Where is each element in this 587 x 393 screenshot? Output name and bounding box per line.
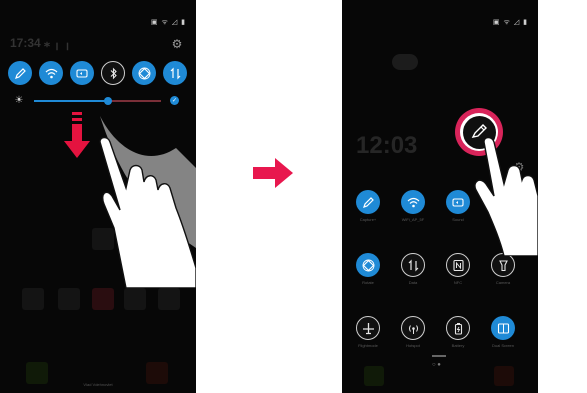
data-arrows-icon <box>408 259 418 271</box>
data-toggle[interactable] <box>163 61 187 85</box>
faded-clock: 17:34 ⁎ ╷ ╷ <box>10 36 72 50</box>
toggle-label: Hotspot <box>406 343 420 348</box>
rotate-toggle[interactable] <box>356 253 380 277</box>
app-tile <box>22 288 44 310</box>
speaker-icon <box>75 68 88 78</box>
flightmode-toggle[interactable] <box>356 316 380 340</box>
pencil-icon <box>362 196 374 208</box>
swipe-hand-icon <box>99 116 196 288</box>
edit-toggle[interactable] <box>8 61 32 85</box>
camera-toggle[interactable] <box>491 253 515 277</box>
data-toggle[interactable] <box>401 253 425 277</box>
sound-toggle[interactable] <box>446 190 470 214</box>
wifi-icon <box>407 197 419 207</box>
nfc-icon <box>452 259 464 271</box>
left-phone-screen: ▣ ᯤ ◿ ▮ 17:34 ⁎ ╷ ╷ ⚙ ☀ ✓ Vlad Vdehnovle… <box>0 0 196 393</box>
brightness-thumb[interactable] <box>103 97 112 105</box>
next-step-arrow-icon <box>253 158 293 188</box>
wifi-icon <box>45 68 57 78</box>
bluetooth-icon <box>110 67 117 79</box>
dual-screen-toggle[interactable] <box>491 316 515 340</box>
data-arrows-icon <box>170 67 180 79</box>
app-tile <box>158 288 180 310</box>
app-tile <box>364 366 384 386</box>
toggle-label: Rotate <box>362 280 374 285</box>
hotspot-toggle[interactable] <box>401 316 425 340</box>
right-phone-screen: ▣ ᯤ ◿ ▮ 12:03 ⚙ Capture+WiFi_AP_5FSoundB… <box>342 0 538 393</box>
weather-cloud-icon <box>392 54 418 70</box>
drag-handle[interactable] <box>432 355 446 357</box>
home-label: Vlad Vdehnovlet <box>83 382 113 387</box>
app-tile <box>92 288 114 310</box>
speaker-icon <box>451 197 464 207</box>
rotate-icon <box>138 67 150 79</box>
capture--toggle[interactable] <box>356 190 380 214</box>
app-tile <box>26 362 48 384</box>
hotspot-icon <box>408 324 418 334</box>
toggle-label: NFC <box>453 280 463 285</box>
gear-icon[interactable]: ⚙ <box>170 37 184 51</box>
wifi-toggle[interactable] <box>39 61 63 85</box>
battery-icon <box>454 322 462 335</box>
flashlight-icon <box>498 259 508 271</box>
instruction-illustration: ▣ ᯤ ◿ ▮ 17:34 ⁎ ╷ ╷ ⚙ ☀ ✓ Vlad Vdehnovle… <box>0 0 587 393</box>
bluetooth-toggle[interactable] <box>101 61 125 85</box>
brightness-fill <box>34 100 108 102</box>
app-tile <box>494 366 514 386</box>
rotate-icon <box>362 259 374 271</box>
rotation-toggle[interactable] <box>132 61 156 85</box>
app-tile <box>58 288 80 310</box>
toggle-label: Dual Screen <box>491 343 514 348</box>
nfc-toggle[interactable] <box>446 253 470 277</box>
toggle-label: WiFi_AP_5F <box>401 217 425 222</box>
dual-screen-icon <box>497 322 509 334</box>
toggle-label: Data <box>408 280 418 285</box>
app-tile <box>124 288 146 310</box>
sound-toggle[interactable] <box>70 61 94 85</box>
tap-hand-icon <box>474 136 538 256</box>
status-bar: ▣ ᯤ ◿ ▮ <box>492 19 528 26</box>
toggle-label: Flightmode <box>358 343 378 348</box>
faded-clock: 12:03 <box>356 132 418 159</box>
toggle-label: Capture+ <box>359 217 377 222</box>
toggle-label: Camera <box>495 280 511 285</box>
auto-brightness-check-icon[interactable]: ✓ <box>170 96 179 105</box>
airplane-icon <box>362 322 374 334</box>
status-bar: ▣ ᯤ ◿ ▮ <box>150 19 186 26</box>
pencil-icon <box>14 67 26 79</box>
toggle-label: Battery <box>451 343 465 348</box>
brightness-slider[interactable] <box>34 97 161 105</box>
page-indicator: ○ ● <box>432 362 441 368</box>
wifi-ap-5f-toggle[interactable] <box>401 190 425 214</box>
app-tile <box>146 362 168 384</box>
brightness-icon: ☀ <box>14 95 24 106</box>
battery-toggle[interactable] <box>446 316 470 340</box>
